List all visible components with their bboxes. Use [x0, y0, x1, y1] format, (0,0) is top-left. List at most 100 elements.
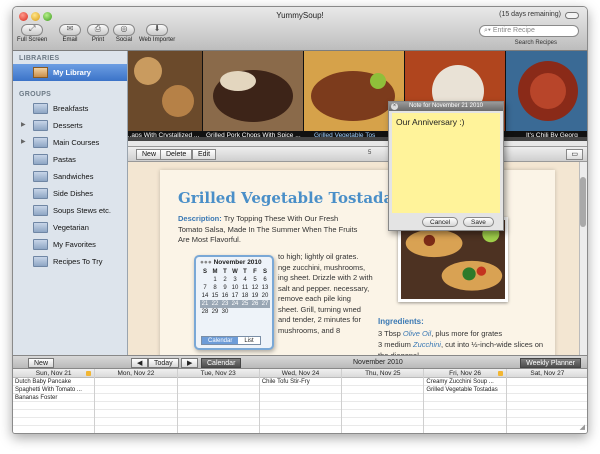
calendar-day[interactable]: 22: [210, 300, 220, 308]
web-importer-button[interactable]: ⬇ Web Importer: [139, 24, 175, 43]
day-label: Tue, Nov 23: [200, 370, 236, 377]
resize-handle-icon[interactable]: ◢: [580, 423, 585, 431]
calendar-button[interactable]: Calendar: [201, 358, 242, 368]
calendar-day[interactable]: 4: [240, 276, 250, 284]
day-column[interactable]: Tue, Nov 23: [177, 369, 260, 433]
note-flag-icon[interactable]: [86, 371, 92, 376]
planned-recipe[interactable]: Grilled Vegetable Tostadas: [424, 386, 506, 394]
calendar-day[interactable]: 3: [230, 276, 240, 284]
delete-recipe-button[interactable]: Delete: [160, 149, 193, 160]
calendar-day[interactable]: [230, 308, 240, 316]
calendar-day[interactable]: 12: [250, 284, 260, 292]
calendar-day[interactable]: 17: [230, 292, 240, 300]
planned-recipe[interactable]: Chile Tofu Stir-Fry: [259, 378, 342, 386]
calendar-day[interactable]: 25: [240, 300, 250, 308]
calendar-day[interactable]: 28: [200, 308, 210, 316]
calendar-day[interactable]: 1: [210, 276, 220, 284]
new-plan-button[interactable]: New: [28, 358, 55, 368]
sidebar-item-pastas[interactable]: Pastas: [13, 151, 127, 168]
disclosure-triangle-icon[interactable]: ▶: [21, 117, 26, 134]
view-toggle-button[interactable]: ▭: [566, 149, 583, 160]
calendar-day[interactable]: 9: [220, 284, 230, 292]
mini-calendar-controls-icon[interactable]: ●●●: [200, 259, 214, 266]
sidebar-item-soups-stews-etc-[interactable]: Soups Stews etc.: [13, 202, 127, 219]
sidebar-item-my-library[interactable]: My Library: [13, 64, 127, 81]
calendar-day[interactable]: 8: [210, 284, 220, 292]
search-input[interactable]: ⌕▾ Entire Recipe: [479, 25, 579, 37]
calendar-day[interactable]: 2: [220, 276, 230, 284]
calendar-day[interactable]: 11: [240, 284, 250, 292]
strip-scrollbar[interactable]: [128, 137, 587, 141]
cancel-button[interactable]: Cancel: [422, 217, 459, 227]
photo-5-item: [530, 73, 566, 109]
calendar-day[interactable]: 10: [230, 284, 240, 292]
calendar-day[interactable]: [240, 308, 250, 316]
day-column[interactable]: Mon, Nov 22: [95, 369, 178, 433]
calendar-day[interactable]: 7: [200, 284, 210, 292]
sidebar-item-my-favorites[interactable]: My Favorites: [13, 236, 127, 253]
day-column[interactable]: Sun, Nov 21 Dutch Baby Pancake Spaghetti W…: [13, 369, 96, 433]
sidebar-item-side-dishes[interactable]: Side Dishes: [13, 185, 127, 202]
print-button[interactable]: ⎙ Print: [87, 24, 109, 43]
day-column[interactable]: Sat, Nov 27: [506, 369, 587, 433]
planned-recipe[interactable]: Dutch Baby Pancake: [13, 378, 95, 386]
calendar-day[interactable]: 5: [250, 276, 260, 284]
calendar-day[interactable]: 20: [260, 292, 270, 300]
toolbar-toggle-button[interactable]: [565, 12, 579, 19]
calendar-day[interactable]: [250, 308, 260, 316]
email-button[interactable]: ✉ Email: [59, 24, 81, 43]
tab-calendar[interactable]: Calendar: [202, 337, 239, 344]
ingredients-header: Ingredients:: [378, 317, 424, 326]
edit-recipe-button[interactable]: Edit: [192, 149, 217, 160]
sidebar-item-breakfasts[interactable]: Breakfasts: [13, 100, 127, 117]
day-label: Sun, Nov 21: [35, 370, 72, 377]
ingredient-item[interactable]: Zucchini: [413, 340, 441, 349]
prev-week-button[interactable]: ◀: [131, 358, 149, 368]
ingredient-item[interactable]: Olive Oil: [403, 329, 431, 338]
empty-slot: [342, 410, 424, 418]
calendar-day[interactable]: 29: [210, 308, 220, 316]
calendar-day[interactable]: [260, 308, 270, 316]
calendar-day[interactable]: 14: [200, 292, 210, 300]
calendar-day[interactable]: [200, 276, 210, 284]
weekly-planner-button[interactable]: Weekly Planner: [520, 358, 581, 368]
sidebar-item-recipes-to-try[interactable]: Recipes To Try: [13, 253, 127, 270]
calendar-day[interactable]: 23: [220, 300, 230, 308]
note-text-area[interactable]: Our Anniversary :): [392, 113, 500, 213]
calendar-day[interactable]: 15: [210, 292, 220, 300]
close-icon[interactable]: ×: [391, 103, 398, 110]
day-column[interactable]: Wed, Nov 24 Chile Tofu Stir-Fry: [259, 369, 343, 433]
calendar-day[interactable]: 6: [260, 276, 270, 284]
new-recipe-button[interactable]: New: [136, 149, 163, 160]
day-column[interactable]: Thu, Nov 25: [342, 369, 425, 433]
save-button[interactable]: Save: [463, 217, 494, 227]
calendar-day[interactable]: 27: [260, 300, 270, 308]
calendar-day[interactable]: 24: [230, 300, 240, 308]
calendar-day[interactable]: 18: [240, 292, 250, 300]
sidebar-item-desserts[interactable]: ▶ Desserts: [13, 117, 127, 134]
next-week-button[interactable]: ▶: [181, 358, 199, 368]
social-button[interactable]: ◎ Social: [113, 24, 135, 43]
calendar-day[interactable]: 13: [260, 284, 270, 292]
recipe-scroll-thumb[interactable]: [580, 177, 586, 227]
full-screen-button[interactable]: ⤢ Full Screen: [17, 24, 47, 43]
sidebar-item-main-courses[interactable]: ▶ Main Courses: [13, 134, 127, 151]
calendar-day[interactable]: 26: [250, 300, 260, 308]
planned-recipe[interactable]: Creamy Zucchini Soup ...: [424, 378, 506, 386]
empty-slot: [13, 418, 95, 426]
note-flag-icon[interactable]: [497, 371, 503, 376]
recipe-photo-strip[interactable]: ...aps With Crystallized ... Grilled Pork…: [128, 51, 587, 141]
disclosure-triangle-icon[interactable]: ▶: [21, 134, 26, 151]
tab-list[interactable]: List: [238, 337, 260, 344]
sidebar-item-sandwiches[interactable]: Sandwiches: [13, 168, 127, 185]
calendar-day[interactable]: 19: [250, 292, 260, 300]
today-button[interactable]: Today: [148, 358, 179, 368]
calendar-day[interactable]: 30: [220, 308, 230, 316]
planned-recipe[interactable]: Spaghetti With Tomato ...: [13, 386, 95, 394]
empty-slot: [177, 410, 259, 418]
calendar-day[interactable]: 21: [200, 300, 210, 308]
day-column[interactable]: Fri, Nov 26 Creamy Zucchini Soup ... Grill…: [424, 369, 507, 433]
planned-recipe[interactable]: Bananas Foster: [13, 394, 95, 402]
sidebar-item-vegetarian[interactable]: Vegetarian: [13, 219, 127, 236]
calendar-day[interactable]: 16: [220, 292, 230, 300]
